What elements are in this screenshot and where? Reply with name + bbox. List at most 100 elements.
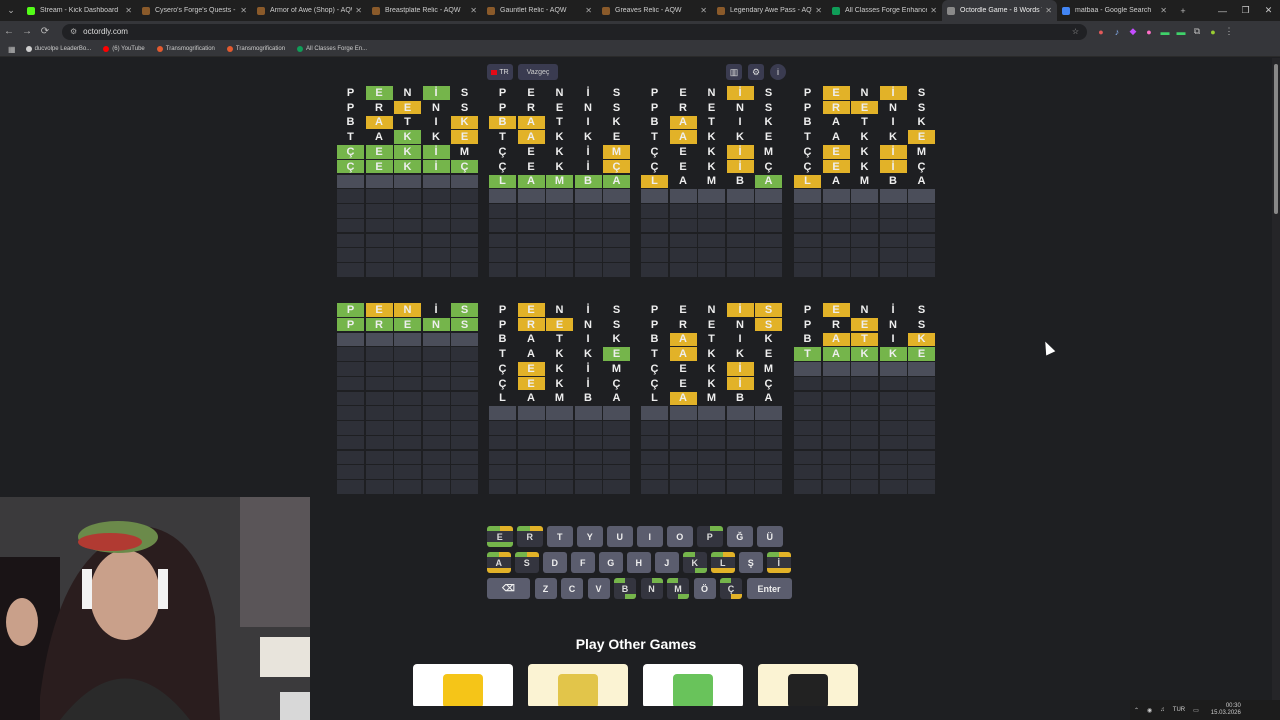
tab-close-icon[interactable]: ✕ bbox=[240, 6, 247, 15]
enter-key[interactable]: Enter bbox=[746, 578, 792, 599]
key-A[interactable]: A bbox=[487, 552, 511, 573]
key-I[interactable]: I bbox=[637, 526, 663, 547]
url-field[interactable]: ⚙ octordly.com ☆ bbox=[62, 23, 1087, 40]
site-info-icon[interactable]: ⚙ bbox=[70, 27, 77, 36]
tab-7[interactable]: All Classes Forge Enhancemen✕ bbox=[827, 0, 942, 21]
tab-close-icon[interactable]: ✕ bbox=[1160, 6, 1167, 15]
key-Ç[interactable]: Ç bbox=[720, 578, 742, 599]
new-tab-button[interactable]: + bbox=[1172, 0, 1194, 21]
back-icon[interactable]: ← bbox=[0, 23, 18, 41]
other-game-card[interactable] bbox=[643, 664, 743, 706]
key-L[interactable]: L bbox=[711, 552, 735, 573]
key-U[interactable]: U bbox=[607, 526, 633, 547]
tab-close-icon[interactable]: ✕ bbox=[585, 6, 592, 15]
scrollbar-thumb[interactable] bbox=[1274, 64, 1278, 214]
letter-tile: T bbox=[499, 131, 506, 143]
key-O[interactable]: O bbox=[667, 526, 693, 547]
letter-tile: E bbox=[527, 86, 535, 99]
key-label: A bbox=[495, 557, 503, 568]
tray-chevron-icon[interactable]: ⌃ bbox=[1134, 707, 1139, 714]
tab-8[interactable]: Octordle Game - 8 Words W ✕ bbox=[942, 0, 1057, 21]
tab-2[interactable]: Armor of Awe (Shop) - AQW ✕ bbox=[252, 0, 367, 21]
key-Ğ[interactable]: Ğ bbox=[727, 526, 753, 547]
forward-icon[interactable]: → bbox=[18, 23, 36, 41]
key-İ[interactable]: İ bbox=[767, 552, 791, 573]
other-game-card[interactable] bbox=[758, 664, 858, 706]
language-button[interactable]: TR bbox=[487, 64, 513, 80]
key-V[interactable]: V bbox=[587, 578, 610, 599]
tab-close-icon[interactable]: ✕ bbox=[1045, 6, 1052, 15]
key-D[interactable]: D bbox=[543, 552, 567, 573]
empty-tile bbox=[908, 376, 935, 391]
other-game-card[interactable] bbox=[413, 664, 513, 706]
tab-3[interactable]: Breastplate Relic - AQW ✕ bbox=[367, 0, 482, 21]
key-H[interactable]: H bbox=[627, 552, 651, 573]
settings-gear-icon[interactable]: ⚙ bbox=[748, 64, 764, 80]
key-S[interactable]: S bbox=[515, 552, 539, 573]
minimize-icon[interactable]: — bbox=[1211, 0, 1234, 21]
key-R[interactable]: R bbox=[517, 526, 543, 547]
monitor-icon[interactable]: ▭ bbox=[1193, 707, 1199, 714]
clock[interactable]: 00:30 15.03.2026 bbox=[1207, 703, 1245, 717]
volume-icon[interactable]: ♫ bbox=[1160, 707, 1165, 713]
tab-close-icon[interactable]: ✕ bbox=[125, 6, 132, 15]
bookmark-item[interactable]: Transmogrification bbox=[156, 46, 215, 52]
tab-search-icon[interactable]: ⌄ bbox=[0, 0, 22, 21]
bookmark-item[interactable]: ducvolpe LeaderBo... bbox=[25, 46, 91, 52]
key-Ö[interactable]: Ö bbox=[693, 578, 716, 599]
give-up-button[interactable]: Vazgeç bbox=[518, 64, 558, 80]
extension-icon[interactable]: ● bbox=[1094, 25, 1108, 39]
bookmark-item[interactable]: All Classes Forge En... bbox=[297, 46, 367, 52]
close-window-icon[interactable]: ✕ bbox=[1257, 0, 1280, 21]
other-game-card[interactable] bbox=[528, 664, 628, 706]
key-B[interactable]: B bbox=[614, 578, 636, 599]
tab-0[interactable]: Stream - Kick Dashboard ✕ bbox=[22, 0, 137, 21]
key-Ü[interactable]: Ü bbox=[757, 526, 783, 547]
language-indicator[interactable]: TUR bbox=[1173, 707, 1185, 713]
key-P[interactable]: P bbox=[697, 526, 723, 547]
puzzle-icon[interactable]: ⧉ bbox=[1190, 25, 1204, 39]
reload-icon[interactable]: ⟳ bbox=[36, 23, 54, 41]
key-G[interactable]: G bbox=[599, 552, 623, 573]
extension-icon[interactable]: ◆ bbox=[1126, 25, 1140, 39]
bookmark-item[interactable]: (6) YouTube bbox=[103, 46, 145, 52]
extension-icon[interactable]: ♪ bbox=[1110, 25, 1124, 39]
tab-close-icon[interactable]: ✕ bbox=[470, 6, 477, 15]
extension-icon[interactable]: ▬ bbox=[1158, 25, 1172, 39]
avatar[interactable]: ● bbox=[1206, 25, 1220, 39]
key-M[interactable]: M bbox=[667, 578, 689, 599]
network-icon[interactable]: ◉ bbox=[1147, 707, 1152, 714]
key-J[interactable]: J bbox=[655, 552, 679, 573]
tab-title: Stream - Kick Dashboard bbox=[40, 7, 119, 14]
tab-5[interactable]: Greaves Relic - AQW ✕ bbox=[597, 0, 712, 21]
key-N[interactable]: N bbox=[640, 578, 663, 599]
board-row bbox=[489, 450, 630, 466]
restore-icon[interactable]: ❐ bbox=[1234, 0, 1257, 21]
key-Z[interactable]: Z bbox=[534, 578, 557, 599]
key-T[interactable]: T bbox=[547, 526, 573, 547]
key-F[interactable]: F bbox=[571, 552, 595, 573]
key-C[interactable]: C bbox=[561, 578, 583, 599]
tab-1[interactable]: Cysero's Forge's Quests - ACt✕ bbox=[137, 0, 252, 21]
key-Ş[interactable]: Ş bbox=[739, 552, 763, 573]
tab-4[interactable]: Gauntlet Relic - AQW ✕ bbox=[482, 0, 597, 21]
bookmark-star-icon[interactable]: ☆ bbox=[1072, 27, 1079, 36]
tab-6[interactable]: Legendary Awe Pass - AQW ✕ bbox=[712, 0, 827, 21]
stats-icon[interactable]: ▥ bbox=[726, 64, 742, 80]
key-Y[interactable]: Y bbox=[577, 526, 603, 547]
key-K[interactable]: K bbox=[683, 552, 707, 573]
tab-close-icon[interactable]: ✕ bbox=[700, 6, 707, 15]
bookmark-item[interactable]: Transmogrification bbox=[226, 46, 285, 52]
backspace-key[interactable]: ⌫ bbox=[487, 578, 530, 599]
info-icon[interactable]: i bbox=[770, 64, 786, 80]
tab-close-icon[interactable]: ✕ bbox=[355, 6, 362, 15]
extension-icon[interactable]: ● bbox=[1142, 25, 1156, 39]
tab-close-icon[interactable]: ✕ bbox=[815, 6, 822, 15]
page-scrollbar[interactable] bbox=[1272, 58, 1280, 706]
tab-9[interactable]: matbaa - Google Search ✕ bbox=[1057, 0, 1172, 21]
extension-icon[interactable]: ▬ bbox=[1174, 25, 1188, 39]
key-E[interactable]: E bbox=[487, 526, 513, 547]
tab-close-icon[interactable]: ✕ bbox=[930, 6, 937, 15]
menu-icon[interactable]: ⋮ bbox=[1222, 25, 1236, 39]
apps-icon[interactable]: ▦ bbox=[8, 45, 16, 54]
